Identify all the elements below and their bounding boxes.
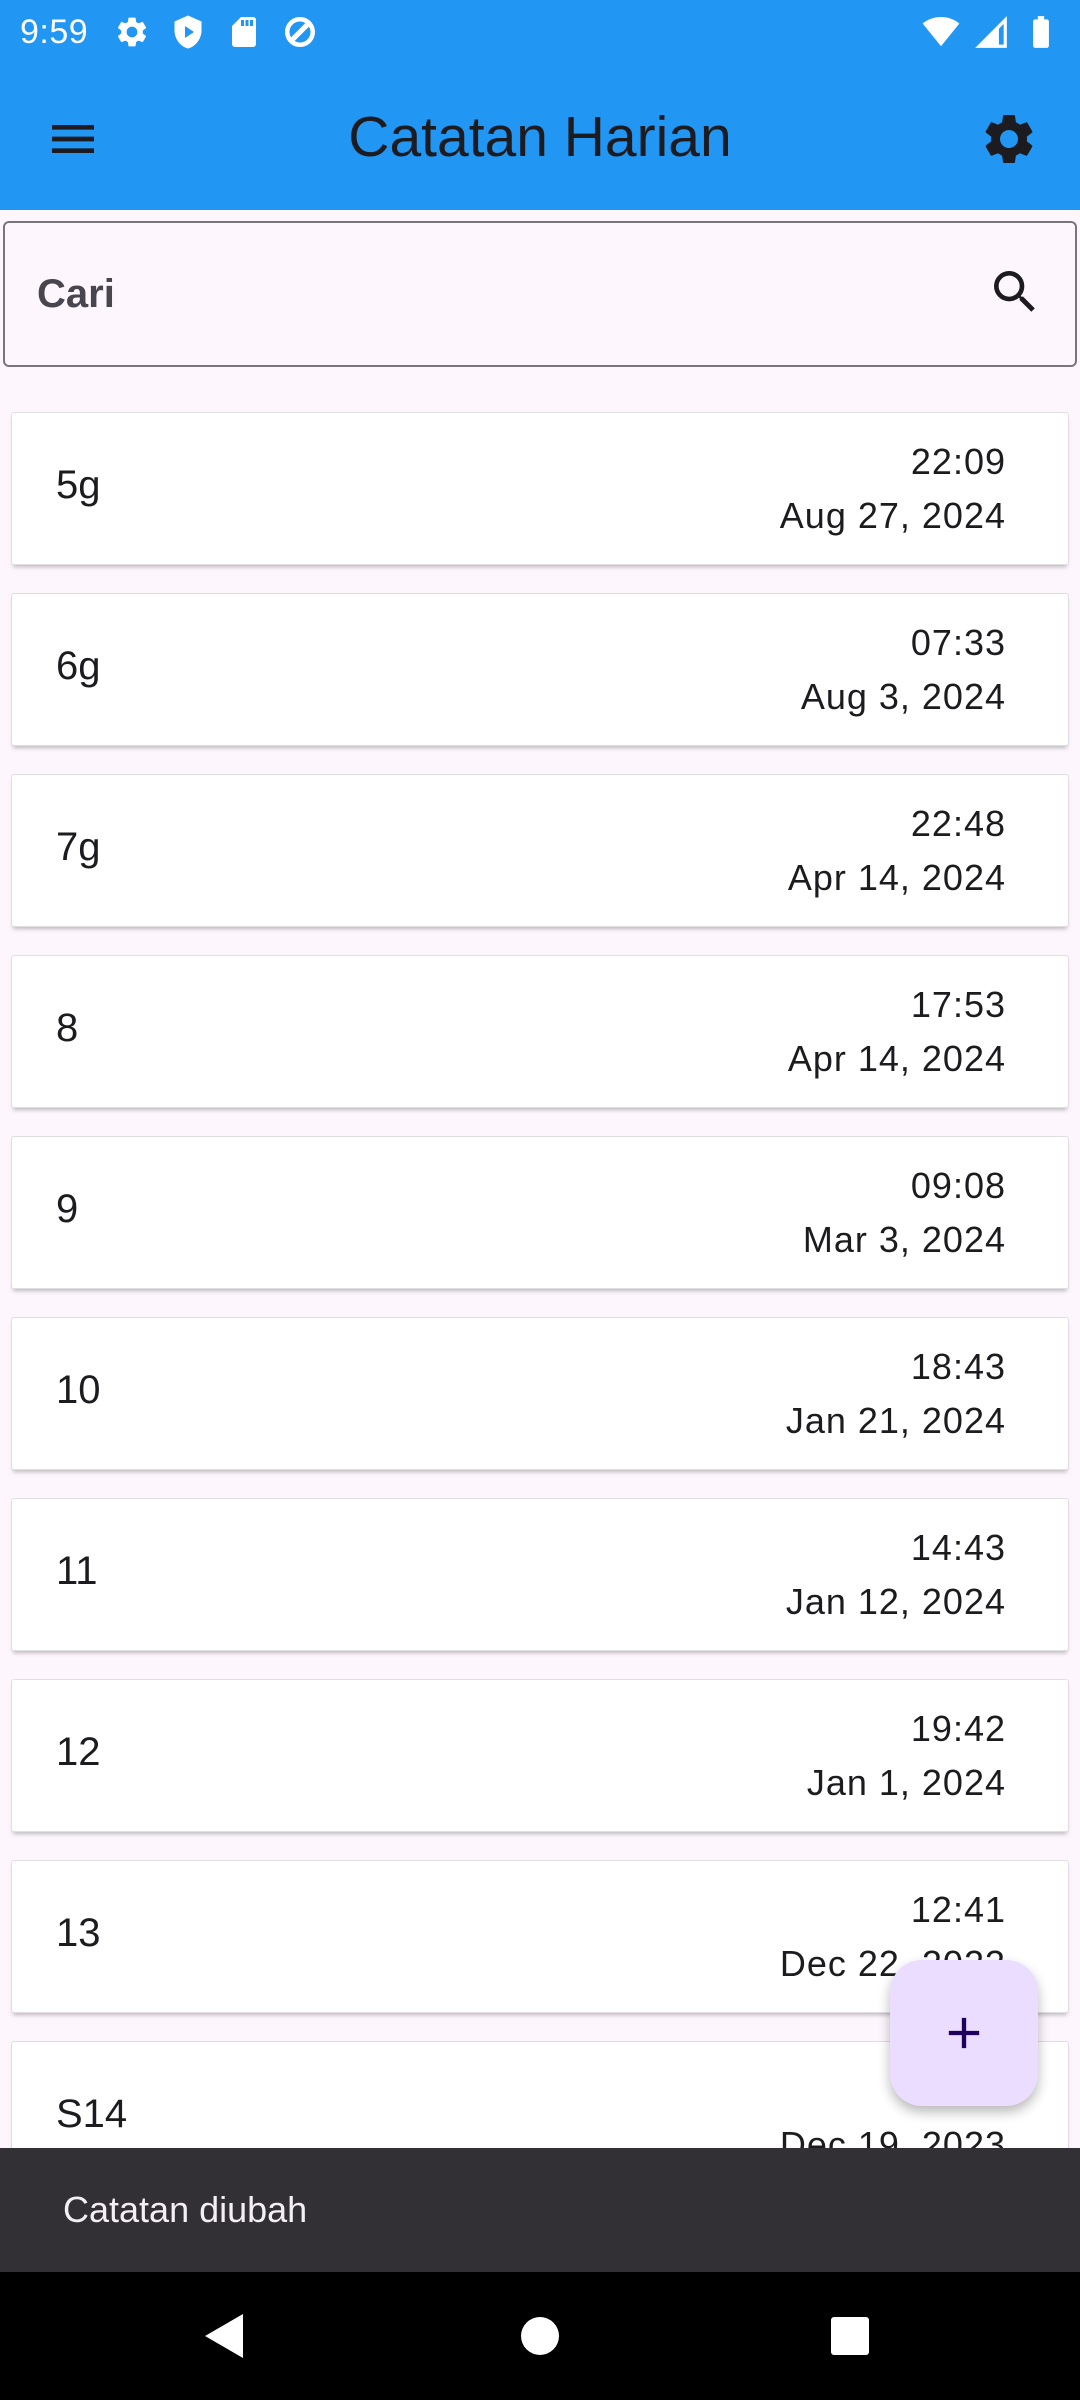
note-title: 6g <box>56 644 101 688</box>
add-note-button[interactable] <box>890 1960 1038 2106</box>
note-date: Mar 3, 2024 <box>802 1219 1006 1260</box>
note-time: 17:53 <box>910 984 1006 1025</box>
note-title: 10 <box>56 1368 101 1412</box>
note-card[interactable]: 7g 22:48 Apr 14, 2024 <box>11 774 1069 927</box>
gear-icon <box>985 114 1033 163</box>
status-time: 9:59 <box>20 12 89 51</box>
status-bar: 9:59 <box>0 0 1080 64</box>
note-time: 07:33 <box>910 622 1006 663</box>
back-icon <box>205 2314 243 2358</box>
note-date: Jan 12, 2024 <box>785 1581 1006 1622</box>
note-title: 13 <box>56 1911 101 1955</box>
note-card[interactable]: 11 14:43 Jan 12, 2024 <box>11 1498 1069 1651</box>
note-time: 12:41 <box>910 1889 1006 1930</box>
vpn-at-icon <box>285 17 316 47</box>
note-card[interactable]: 5g 22:09 Aug 27, 2024 <box>11 412 1069 565</box>
shield-play-icon <box>174 15 202 49</box>
system-nav-bar <box>0 2272 1080 2400</box>
status-system-icons <box>922 13 1060 51</box>
snackbar: Catatan diubah <box>0 2148 1080 2272</box>
home-button[interactable] <box>506 2302 574 2370</box>
note-time: 14:43 <box>910 1527 1006 1568</box>
note-time: 18:43 <box>910 1346 1006 1387</box>
note-title: 11 <box>56 1549 98 1593</box>
signal-icon <box>975 16 1007 48</box>
note-card[interactable]: 10 18:43 Jan 21, 2024 <box>11 1317 1069 1470</box>
plus-icon <box>948 2017 980 2049</box>
note-title: 8 <box>56 1006 79 1050</box>
status-notification-icons <box>114 14 318 50</box>
note-time: 22:09 <box>910 441 1006 482</box>
snackbar-message: Catatan diubah <box>63 2189 308 2230</box>
note-date: Aug 27, 2024 <box>779 495 1006 536</box>
note-date: Apr 14, 2024 <box>787 857 1006 898</box>
settings-button[interactable] <box>972 102 1046 176</box>
hamburger-menu-icon <box>52 125 94 153</box>
page-title: Catatan Harian <box>348 105 732 169</box>
note-date: Apr 14, 2024 <box>787 1038 1006 1079</box>
note-card[interactable]: 6g 07:33 Aug 3, 2024 <box>11 593 1069 746</box>
note-card[interactable]: 8 17:53 Apr 14, 2024 <box>11 955 1069 1108</box>
note-card[interactable]: 12 19:42 Jan 1, 2024 <box>11 1679 1069 1832</box>
note-date: Aug 3, 2024 <box>800 676 1006 717</box>
note-title: 5g <box>56 463 101 507</box>
note-time: 19:42 <box>910 1708 1006 1749</box>
search-input[interactable] <box>37 271 987 317</box>
back-button[interactable] <box>190 2302 258 2370</box>
note-time: 22:48 <box>910 803 1006 844</box>
note-date: Jan 1, 2024 <box>806 1762 1006 1803</box>
search-box[interactable] <box>3 221 1077 367</box>
battery-icon <box>1033 16 1049 48</box>
recents-button[interactable] <box>816 2302 884 2370</box>
home-icon <box>521 2317 559 2355</box>
recents-icon <box>831 2317 869 2355</box>
notes-list: 5g 22:09 Aug 27, 2024 6g 07:33 Aug 3, 20… <box>11 412 1069 2222</box>
note-card[interactable]: 9 09:08 Mar 3, 2024 <box>11 1136 1069 1289</box>
sd-card-icon <box>232 17 257 47</box>
note-title: 7g <box>56 825 101 869</box>
gear-icon <box>118 17 147 47</box>
note-time: 09:08 <box>910 1165 1006 1206</box>
screen: 9:59 Catatan Harian 5g 2 <box>0 0 1080 2400</box>
search-icon <box>994 270 1035 312</box>
note-date: Jan 21, 2024 <box>785 1400 1006 1441</box>
note-title: S14 <box>56 2092 128 2136</box>
app-bar: Catatan Harian <box>0 64 1080 210</box>
note-title: 9 <box>56 1187 79 1231</box>
note-title: 12 <box>56 1730 101 1774</box>
wifi-icon <box>922 16 960 47</box>
menu-button[interactable] <box>38 104 108 174</box>
search-button[interactable] <box>987 264 1043 325</box>
